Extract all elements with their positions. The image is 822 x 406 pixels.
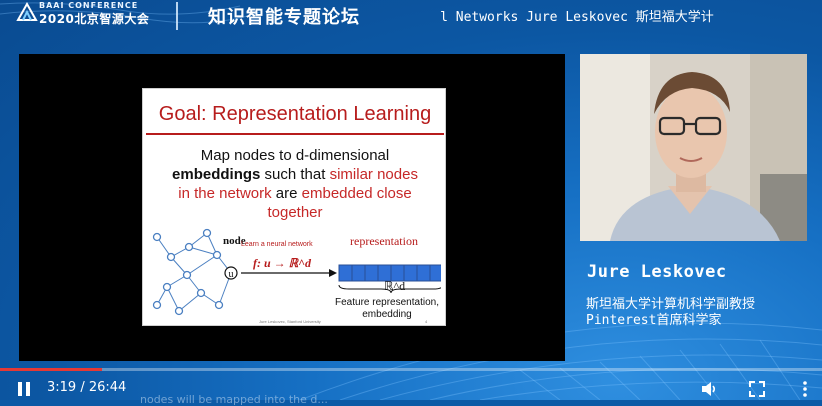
slide-body-in-network: in the network [178, 185, 272, 202]
mapping-arrow-head [329, 269, 337, 277]
graph-edges [156, 232, 232, 312]
header: BAAI CONFERENCE 2020北京智源大会 知识智能专题论坛 Grap… [0, 0, 822, 34]
slide-body-embeddings: embeddings [172, 166, 261, 183]
slide-body-similar-nodes: similar nodes [329, 166, 418, 183]
slide-footer: Jure Leskovec, Stanford University [259, 319, 321, 324]
speaker-title-line2: Pinterest首席科学家 [586, 313, 722, 328]
slide-page-number: 4 [425, 319, 428, 324]
playback-time: 3:19 / 26:44 [47, 380, 127, 395]
slide-body-such-that: such that [260, 166, 330, 183]
slide-body-are: are [271, 185, 302, 202]
mapping-function-label: f: u → ℝ^d [253, 256, 312, 270]
logo-event-name: 2020北京智源大会 [39, 12, 150, 26]
header-divider [176, 2, 178, 30]
more-options-icon[interactable] [796, 380, 814, 398]
node-u-letter: u [229, 269, 234, 280]
fullscreen-icon[interactable] [748, 380, 766, 398]
baai-logo-icon [16, 2, 38, 21]
speaker-name: Jure Leskovec [587, 262, 727, 282]
page-title: 知识智能专题论坛 [208, 7, 360, 28]
slide-body-text: Map nodes to d-dimensional embeddings su… [163, 146, 427, 222]
slide-body-line1: Map nodes to d-dimensional [200, 147, 390, 164]
slide-body-embedded-close: embedded close [301, 185, 412, 202]
speaker-portrait-image [580, 54, 807, 241]
graph-nodes [152, 228, 224, 316]
play-pause-icon[interactable] [16, 381, 32, 397]
speaker-webcam-video [580, 54, 807, 241]
scrolling-ticker: Graph Neural Networks Jure Leskovec 斯坦福大… [440, 3, 822, 25]
feature-label-line2: embedding [362, 309, 412, 320]
volume-icon[interactable] [700, 380, 718, 398]
slide-body-together: together [267, 204, 323, 221]
ticker-text: Graph Neural Networks Jure Leskovec 斯坦福大… [440, 10, 714, 25]
slide-title: Goal: Representation Learning [158, 103, 432, 125]
progress-bar[interactable] [0, 368, 822, 371]
feature-label-line1: Feature representation, [335, 297, 439, 308]
logo-conference-label: BAAI CONFERENCE [39, 1, 139, 10]
feature-representation-label: Feature representation, embedding [327, 297, 445, 321]
presentation-slide: Goal: Representation Learning Map nodes … [142, 88, 446, 326]
learn-neural-network-label: Learn a neural network [241, 241, 313, 248]
speaker-title: 斯坦福大学计算机科学副教授 Pinterest首席科学家 [586, 297, 755, 329]
rd-label: ℝ^d [384, 279, 406, 293]
progress-bar-fill [0, 368, 102, 371]
video-player[interactable]: Goal: Representation Learning Map nodes … [19, 54, 565, 361]
speaker-title-line1: 斯坦福大学计算机科学副教授 [586, 297, 756, 312]
representation-label: representation [350, 234, 418, 248]
slide-title-rule [146, 133, 444, 135]
